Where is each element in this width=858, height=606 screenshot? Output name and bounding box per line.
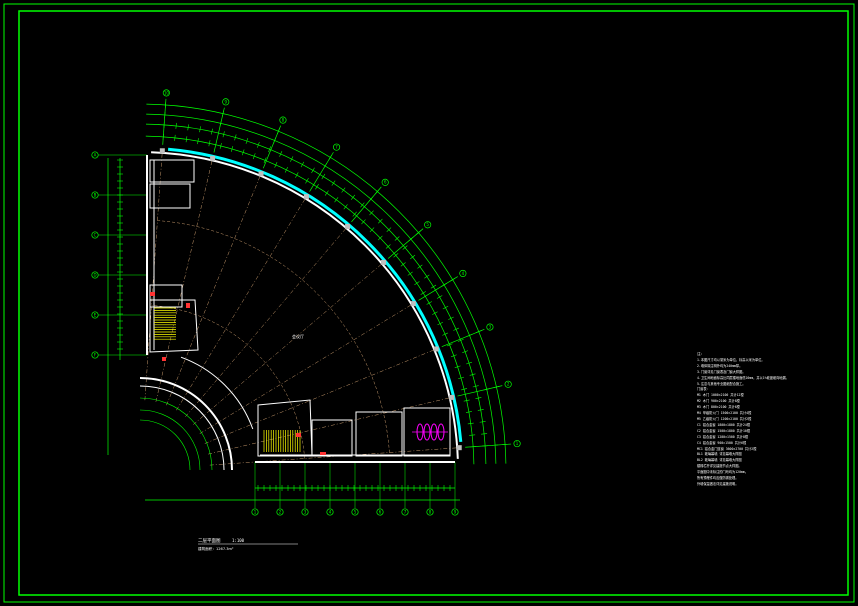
left-axis-bubble-label: A [94,152,97,157]
bottom-axis-bubble-label: 7 [404,509,407,514]
room-label: 会议厅 [292,333,304,339]
left-axis-bubble-label: D [93,272,96,277]
left-axis-bubble-label: C [94,232,97,237]
note-line: 外墙保温做法详见建施说明。 [697,481,739,486]
bottom-axis-bubble-label: 6 [379,509,382,514]
column [433,346,439,352]
bottom-axis-bubble-label: 5 [354,509,357,514]
axis-bubble-label: 3 [489,324,492,329]
axis-bubble-label: 10 [164,90,170,95]
axis-bubble-label: 5 [426,222,429,227]
column [345,223,351,229]
axis-bubble-label: 6 [384,180,387,185]
column [410,301,416,307]
hatch-4 [320,452,326,455]
bottom-axis-bubble-label: 1 [254,509,257,514]
hatch-1 [150,292,155,296]
bottom-axis-bubble-label: 9 [454,509,457,514]
caption-scale: 1:100 [232,538,245,543]
left-axis-bubble-label: B [94,192,97,197]
bottom-axis-bubble-label: 8 [429,509,432,514]
floor-plan-drawing: 12345678910 ABCDEF 123456789 会议厅 二层平面图 1… [0,0,858,606]
hatch-3 [296,433,301,437]
column [381,259,387,265]
hatch-5 [162,357,166,361]
column [456,445,462,451]
caption-title: 二层平面图 [198,538,221,544]
column [210,155,216,161]
axis-bubble-label: 1 [516,441,519,446]
column [449,394,455,400]
bottom-axis-bubble-label: 4 [329,509,332,514]
axis-bubble-label: 9 [224,99,227,104]
column [258,171,264,177]
general-notes: 注： 1.本图尺寸均以毫米为单位，标高以米为单位。 2.墙体除注明外均为240mm… [697,352,847,488]
column [159,148,165,154]
hatch-2 [186,303,190,308]
bottom-axis-bubble-label: 3 [304,509,307,514]
caption-area: 建筑面积：1267.3m² [198,546,234,551]
axis-bubble-label: 4 [462,271,465,276]
notes-lines: 1.本图尺寸均以毫米为单位，标高以米为单位。 2.墙体除注明外均为240mm厚。 3… [697,358,847,488]
axis-bubble-label: 7 [335,145,338,150]
bottom-axis-bubble-label: 2 [279,509,282,514]
column [303,194,309,200]
